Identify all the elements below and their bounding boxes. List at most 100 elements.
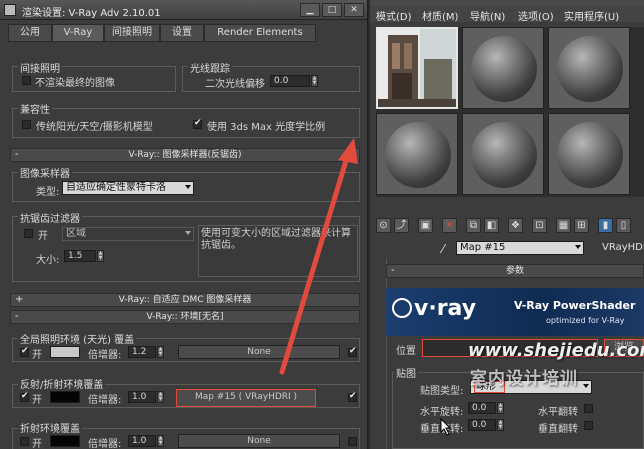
close-icon[interactable]: ✕ bbox=[344, 3, 364, 17]
go-forward-icon[interactable]: ▯ bbox=[616, 218, 631, 233]
h-flip-checkbox[interactable] bbox=[584, 404, 593, 413]
banner-title: V-Ray PowerShader bbox=[514, 299, 636, 312]
material-id-icon[interactable]: ⊡ bbox=[532, 218, 547, 233]
secondary-bias-label: 二次光线偏移 bbox=[205, 79, 265, 90]
sample-slot-5[interactable] bbox=[462, 113, 544, 195]
menu-utilities[interactable]: 实用程序(U) bbox=[564, 8, 619, 23]
go-to-parent-icon[interactable]: ▮ bbox=[598, 218, 613, 233]
dmc-rollout-title: V-Ray:: 自适应 DMC 图像采样器 bbox=[118, 295, 252, 305]
aa-size-spinner[interactable]: ▲ ▼ bbox=[97, 250, 104, 262]
legacy-sun-label: 传统阳光/天空/摄影机模型 bbox=[36, 122, 153, 133]
expand-icon: + bbox=[15, 294, 24, 305]
put-to-library-icon[interactable]: ❖ bbox=[508, 218, 523, 233]
position-label: 位置 bbox=[396, 346, 416, 357]
refl-env-on-label: 开 bbox=[32, 395, 42, 406]
tab-render-elements[interactable]: Render Elements bbox=[204, 24, 316, 42]
tab-settings[interactable]: 设置 bbox=[160, 24, 204, 42]
maximize-icon[interactable]: □ bbox=[322, 3, 342, 17]
refr-env-map-checkbox[interactable] bbox=[348, 437, 357, 446]
sample-slot-6[interactable] bbox=[548, 113, 630, 195]
gi-env-map-checkbox[interactable] bbox=[348, 346, 357, 357]
mouse-cursor-icon bbox=[440, 418, 452, 436]
parameters-rollout[interactable]: - 参数 bbox=[386, 264, 644, 278]
copy-material-icon[interactable]: ⧉ bbox=[466, 218, 481, 233]
sampler-type-value: 自适应确定性蒙特卡洛 bbox=[66, 182, 166, 193]
collapse-icon: - bbox=[15, 311, 19, 322]
vray-logo-ring-icon bbox=[392, 298, 412, 318]
aa-filter-dropdown[interactable]: 区域 bbox=[62, 227, 194, 241]
refr-env-on-label: 开 bbox=[32, 439, 42, 449]
reset-map-icon[interactable]: ✕ bbox=[442, 218, 457, 233]
gi-env-color-swatch[interactable] bbox=[50, 346, 80, 358]
tab-common[interactable]: 公用 bbox=[8, 24, 52, 42]
tab-vray[interactable]: V-Ray bbox=[52, 24, 104, 42]
environment-rollout-title: V-Ray:: 环境[无名] bbox=[146, 312, 224, 322]
h-rotation-label: 水平旋转: bbox=[420, 407, 464, 418]
refl-env-map-button[interactable]: Map #15 ( VRayHDRI ) bbox=[176, 389, 316, 407]
menu-material[interactable]: 材质(M) bbox=[422, 8, 458, 23]
show-map-icon[interactable]: ▦ bbox=[556, 218, 571, 233]
make-unique-icon[interactable]: ◧ bbox=[484, 218, 499, 233]
put-to-scene-icon[interactable]: ⤴ bbox=[394, 218, 409, 233]
h-flip-label: 水平翻转 bbox=[538, 407, 578, 418]
secondary-bias-input[interactable]: 0.0 bbox=[270, 75, 310, 87]
use-3dsmax-scale-checkbox[interactable] bbox=[193, 118, 202, 129]
sample-slot-3[interactable] bbox=[548, 27, 630, 109]
v-flip-checkbox[interactable] bbox=[584, 421, 593, 430]
raytrace-group-label: 光线跟踪 bbox=[188, 60, 232, 75]
chevron-down-icon bbox=[185, 231, 191, 235]
h-rotation-input[interactable]: 0.0 bbox=[468, 402, 496, 414]
legacy-sun-checkbox[interactable] bbox=[22, 120, 31, 129]
gi-env-on-checkbox[interactable] bbox=[20, 346, 29, 357]
environment-rollout[interactable]: - V-Ray:: 环境[无名] bbox=[10, 310, 360, 324]
map-type-label[interactable]: VRayHDRI bbox=[602, 242, 644, 253]
v-rotation-input[interactable]: 0.0 bbox=[468, 419, 496, 431]
show-end-result-icon[interactable]: ⊞ bbox=[574, 218, 589, 233]
sampler-type-dropdown[interactable]: 自适应确定性蒙特卡洛 bbox=[62, 181, 194, 195]
secondary-bias-spinner[interactable]: ▲ ▼ bbox=[311, 75, 318, 87]
tab-indirect[interactable]: 间接照明 bbox=[104, 24, 160, 42]
menu-navigation[interactable]: 导航(N) bbox=[470, 8, 505, 23]
refl-env-color-swatch[interactable] bbox=[50, 391, 80, 403]
gi-env-multiplier-input[interactable]: 1.2 bbox=[128, 346, 156, 358]
aa-filter-on-checkbox[interactable] bbox=[24, 229, 33, 238]
eyedropper-icon[interactable]: ⁄ bbox=[442, 242, 444, 256]
refr-env-color-swatch[interactable] bbox=[50, 435, 80, 447]
window-title: 渲染设置: V-Ray Adv 2.10.01 bbox=[22, 8, 161, 19]
minimize-icon[interactable]: ▁ bbox=[300, 3, 320, 17]
gi-env-multiplier-spinner[interactable]: ▲ ▼ bbox=[157, 346, 164, 358]
render-setup-titlebar[interactable]: 渲染设置: V-Ray Adv 2.10.01 ▁ □ ✕ bbox=[0, 0, 367, 20]
refl-env-multiplier-spinner[interactable]: ▲ ▼ bbox=[157, 391, 164, 403]
dont-render-final-checkbox[interactable] bbox=[22, 76, 31, 85]
assign-material-icon[interactable]: ▣ bbox=[418, 218, 433, 233]
refl-env-map-checkbox[interactable] bbox=[348, 391, 357, 402]
h-rotation-spinner[interactable]: ▲ ▼ bbox=[497, 402, 504, 414]
sample-slot-4[interactable] bbox=[376, 113, 458, 195]
vray-banner: v·ray V-Ray PowerShader optimized for V-… bbox=[386, 288, 644, 336]
aa-filter-value: 区域 bbox=[66, 228, 86, 239]
watermark-url: www.shejiedu.com bbox=[468, 340, 644, 361]
dmc-sampler-rollout[interactable]: + V-Ray:: 自适应 DMC 图像采样器 bbox=[10, 293, 360, 307]
image-sampler-rollout[interactable]: - V-Ray:: 图像采样器(反锯齿) bbox=[10, 148, 360, 162]
refl-env-multiplier-input[interactable]: 1.0 bbox=[128, 391, 156, 403]
chevron-down-icon bbox=[583, 384, 589, 388]
menu-options[interactable]: 选项(O) bbox=[518, 8, 554, 23]
refr-env-on-checkbox[interactable] bbox=[20, 437, 29, 446]
refr-env-multiplier-spinner[interactable]: ▲ ▼ bbox=[157, 435, 164, 447]
gi-env-map-button[interactable]: None bbox=[178, 345, 340, 359]
sample-sphere bbox=[557, 36, 623, 102]
refr-env-map-button[interactable]: None bbox=[178, 434, 340, 448]
map-name-field[interactable]: Map #15 bbox=[456, 241, 584, 255]
v-rotation-spinner[interactable]: ▲ ▼ bbox=[497, 419, 504, 431]
get-material-icon[interactable]: ⊙ bbox=[376, 218, 391, 233]
aa-size-input[interactable]: 1.5 bbox=[64, 250, 96, 262]
refr-env-multiplier-input[interactable]: 1.0 bbox=[128, 435, 156, 447]
refl-env-on-checkbox[interactable] bbox=[20, 391, 29, 402]
collapse-icon: - bbox=[391, 265, 395, 276]
chevron-down-icon bbox=[575, 245, 581, 249]
sample-slot-hdri[interactable] bbox=[376, 27, 458, 109]
dont-render-final-label: 不渲染最终的图像 bbox=[35, 78, 115, 89]
menu-mode[interactable]: 模式(D) bbox=[376, 8, 412, 23]
sample-slot-2[interactable] bbox=[462, 27, 544, 109]
image-sampler-group-label: 图像采样器 bbox=[18, 165, 72, 180]
